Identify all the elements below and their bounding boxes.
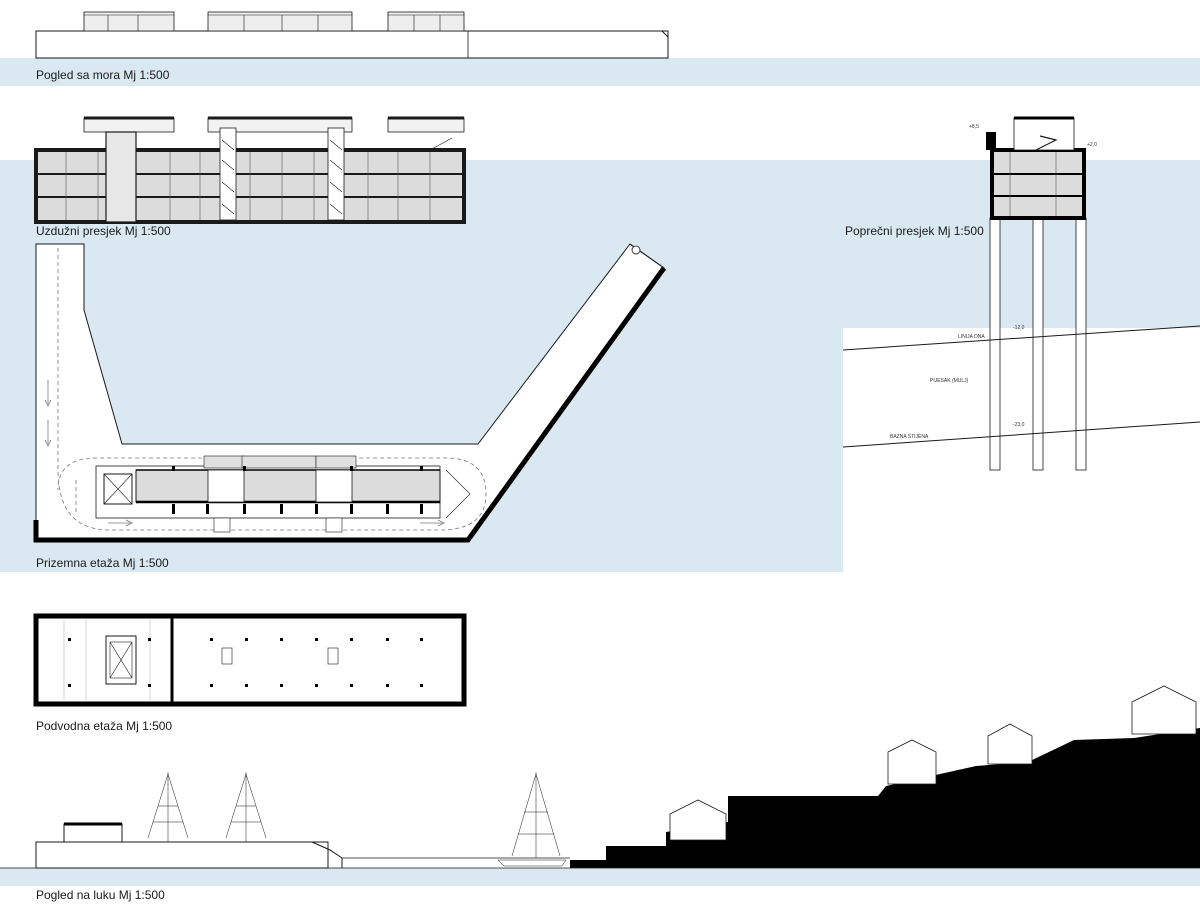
sand-layer-label: PIJESAK (MULJ) (930, 378, 969, 384)
level-base-label: -23,0 (1013, 422, 1025, 428)
longitudinal-section-drawing: Uzdužni presjek Mj 1:500 (34, 116, 466, 238)
sea-band (0, 58, 1200, 86)
harbour-view-drawing: Pogled na luku Mj 1:500 (0, 685, 1200, 902)
sailboat-3 (497, 772, 567, 867)
caption-ground-floor: Prizemna etaža Mj 1:500 (36, 556, 169, 570)
harbour-sea-band (0, 868, 1200, 886)
drawing-sheet: Pogled sa mora Mj 1:500 Uzdužni presjek … (0, 11, 1200, 902)
house-2 (887, 739, 937, 785)
sea-view-drawing: Pogled sa mora Mj 1:500 (0, 11, 1200, 86)
house-3 (987, 723, 1033, 765)
house-1 (669, 799, 727, 841)
caption-sea-view: Pogled sa mora Mj 1:500 (36, 68, 170, 82)
caption-cross-section: Poprečni presjek Mj 1:500 (845, 224, 984, 238)
level-deck-label: +2,0 (1087, 142, 1097, 148)
caption-longitudinal-section: Uzdužni presjek Mj 1:500 (36, 224, 171, 238)
house-4 (1131, 685, 1197, 735)
caption-underwater-floor: Podvodna etaža Mj 1:500 (36, 719, 172, 733)
sailboat-2 (225, 772, 267, 842)
level-top-label: +8,5 (969, 124, 979, 130)
hillside-land (570, 728, 1200, 868)
seabed-line-label: LINIJA DNA (958, 334, 985, 340)
sailboat-1 (147, 772, 189, 842)
pile-base-label: BAZNA STIJENA (890, 434, 929, 440)
level-seabed-label: -12,0 (1013, 325, 1025, 331)
caption-harbour-view: Pogled na luku Mj 1:500 (36, 888, 165, 902)
underwater-floor-plan: Podvodna etaža Mj 1:500 (33, 613, 467, 733)
